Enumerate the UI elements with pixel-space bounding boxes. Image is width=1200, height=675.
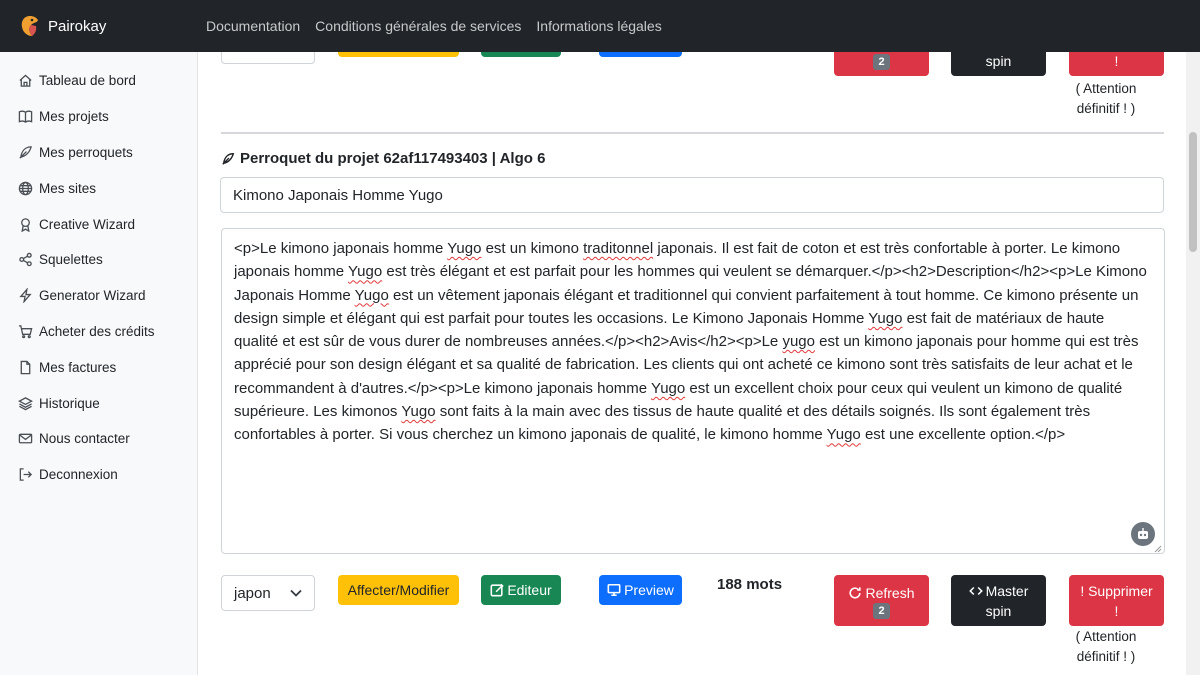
supprimer-label: ! Supprimer — [1080, 582, 1153, 599]
code-icon — [968, 586, 983, 595]
lightning-icon — [17, 288, 33, 304]
editeur-label: Editeur — [507, 582, 552, 598]
supprimer-button[interactable]: ! Supprimer ! — [1069, 575, 1164, 626]
sidebar: Tableau de bord Mes projets Mes perroque… — [0, 52, 198, 675]
nav-conditions[interactable]: Conditions générales de services — [315, 18, 521, 34]
top-nav: Documentation Conditions générales de se… — [206, 18, 662, 34]
feather-icon — [222, 152, 235, 165]
master-spin-label: spin — [985, 53, 1012, 69]
refresh-label-row: Refresh — [848, 583, 915, 603]
sidebar-item-acheter-credits[interactable]: Acheter des crédits — [0, 314, 197, 350]
preview-button[interactable]: Preview — [599, 575, 682, 605]
parrot-logo-icon — [21, 16, 38, 36]
resize-handle-icon[interactable] — [1152, 543, 1162, 553]
app-name: Pairokay — [48, 17, 107, 35]
sidebar-item-label: Acheter des crédits — [39, 323, 155, 339]
sidebar-item-label: Mes sites — [39, 180, 97, 196]
top-navbar: Pairokay Documentation Conditions généra… — [0, 0, 1200, 52]
sidebar-item-mes-perroquets[interactable]: Mes perroquets — [0, 135, 197, 171]
book-icon — [17, 109, 33, 125]
cart-icon — [17, 323, 33, 339]
sidebar-item-label: Nous contacter — [39, 431, 130, 447]
file-icon — [17, 359, 33, 375]
sidebar-item-label: Squelettes — [39, 252, 103, 268]
attention-note-partial: ( Attention définitif ! ) — [1075, 81, 1137, 116]
sidebar-item-mes-sites[interactable]: Mes sites — [0, 170, 197, 206]
sidebar-item-label: Tableau de bord — [39, 73, 136, 89]
refresh-count-badge: 2 — [873, 54, 890, 70]
title-input-value: Kimono Japonais Homme Yugo — [233, 186, 443, 204]
content-textarea[interactable]: <p>Le kimono japonais homme Yugo est un … — [221, 228, 1165, 554]
master-spin-label: spin — [985, 602, 1012, 619]
brand[interactable]: Pairokay — [0, 14, 198, 38]
nav-documentation[interactable]: Documentation — [206, 18, 300, 34]
page-scrollbar[interactable] — [1186, 52, 1200, 675]
share-icon — [17, 252, 33, 268]
sidebar-item-mes-factures[interactable]: Mes factures — [0, 349, 197, 385]
sidebar-item-label: Deconnexion — [39, 467, 118, 483]
envelope-icon — [17, 431, 33, 447]
scrollbar-thumb[interactable] — [1189, 132, 1197, 252]
section-title-text: Perroquet du projet 62af117493403 | Algo… — [240, 150, 546, 167]
content-text: <p>Le kimono japonais homme Yugo est un … — [234, 240, 1147, 444]
word-count: 188 mots — [717, 576, 783, 593]
sidebar-item-label: Historique — [39, 395, 100, 411]
feather-icon — [17, 144, 33, 160]
edit-icon — [490, 583, 504, 597]
nav-informations-legales[interactable]: Informations légales — [536, 18, 661, 34]
refresh-icon — [849, 586, 862, 599]
sidebar-item-creative-wizard[interactable]: Creative Wizard — [0, 206, 197, 242]
sidebar-item-mes-projets[interactable]: Mes projets — [0, 99, 197, 135]
sidebar-item-nous-contacter[interactable]: Nous contacter — [0, 421, 197, 457]
award-icon — [17, 216, 33, 232]
sidebar-item-label: Mes factures — [39, 359, 117, 375]
master-spin-button[interactable]: Master spin — [951, 575, 1046, 626]
sidebar-item-label: Creative Wizard — [39, 216, 136, 232]
logout-icon — [17, 467, 33, 483]
supprimer-label: ! — [1114, 53, 1119, 69]
title-input[interactable]: Kimono Japonais Homme Yugo — [220, 177, 1164, 213]
master-label-row: Master — [968, 581, 1029, 601]
select-value: japon — [234, 584, 271, 602]
sidebar-item-generator-wizard[interactable]: Generator Wizard — [0, 278, 197, 314]
display-icon — [607, 583, 621, 597]
master-label: Master — [985, 582, 1029, 599]
refresh-label: Refresh — [865, 584, 915, 601]
sidebar-item-squelettes[interactable]: Squelettes — [0, 242, 197, 278]
affecter-modifier-button[interactable]: Affecter/Modifier — [338, 575, 459, 605]
supprimer-label-tail: ! — [1114, 602, 1119, 619]
section-title: Perroquet du projet 62af117493403 | Algo… — [221, 150, 545, 167]
editeur-button[interactable]: Editeur — [481, 575, 561, 605]
home-icon — [17, 73, 33, 89]
sidebar-item-label: Mes perroquets — [39, 144, 133, 160]
section-divider — [221, 132, 1164, 134]
language-select[interactable]: japon — [221, 575, 315, 611]
sidebar-item-label: Generator Wizard — [39, 288, 146, 304]
layers-icon — [17, 395, 33, 411]
sidebar-item-historique[interactable]: Historique — [0, 385, 197, 421]
refresh-button[interactable]: Refresh 2 — [834, 575, 929, 626]
sidebar-item-tableau-de-bord[interactable]: Tableau de bord — [0, 63, 197, 99]
attention-note: ( Attention définitif ! ) — [1075, 629, 1137, 664]
globe-icon — [17, 180, 33, 196]
refresh-count-badge: 2 — [873, 602, 890, 619]
affecter-label: Affecter/Modifier — [347, 582, 450, 598]
preview-label: Preview — [624, 582, 674, 598]
sidebar-item-label: Mes projets — [39, 109, 109, 125]
sidebar-item-deconnexion[interactable]: Deconnexion — [0, 457, 197, 493]
chevron-down-icon — [290, 589, 302, 597]
